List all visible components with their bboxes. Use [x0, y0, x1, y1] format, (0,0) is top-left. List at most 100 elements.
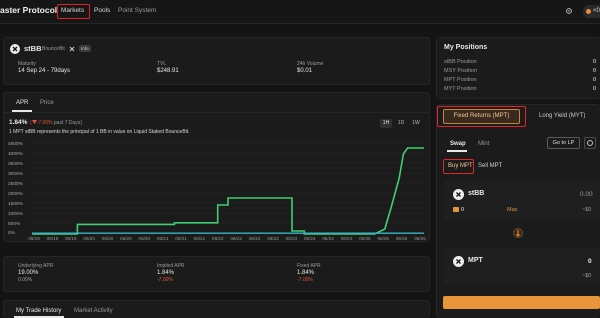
implied-apr-label: Implied APR: [157, 263, 185, 269]
underlying-apr-value: 19.00%: [18, 270, 39, 276]
position-label: MPT Position: [444, 77, 477, 83]
fixed-apr-change: -7.00%: [297, 277, 313, 283]
x-tick-label: 06/19: [65, 236, 77, 241]
history-panel: [3, 300, 430, 318]
underlying-apr-label: Underlying APR: [18, 263, 54, 269]
position-label: stBB Position: [444, 59, 477, 65]
x-tick-label: 06/22: [248, 236, 261, 241]
input-token-name[interactable]: stBB: [468, 190, 484, 197]
tab-trade-underline: [14, 316, 64, 318]
chart-tabs-divider: [3, 112, 430, 113]
input-token-box[interactable]: [444, 181, 600, 221]
sell-mpt-tab[interactable]: Sell MPT: [478, 163, 502, 169]
x-tick-label: 06/25: [359, 236, 371, 241]
position-value: 0: [593, 86, 597, 92]
maturity-value: 14 Sep 24 - 79days: [18, 68, 71, 74]
x-tick-label: 06/25: [395, 236, 408, 241]
go-to-lp-button[interactable]: Go to LP: [547, 137, 580, 149]
nav-point-system[interactable]: Point System: [118, 7, 156, 14]
nav-pools[interactable]: Pools: [94, 7, 110, 14]
tab-apr[interactable]: APR: [16, 100, 28, 106]
tab-my-trade-history[interactable]: My Trade History: [16, 308, 61, 314]
fixed-apr-value: 1.84%: [297, 270, 315, 276]
output-amount: 0: [588, 258, 592, 265]
tab-market-activity[interactable]: Market Activity: [74, 308, 113, 314]
y-tick-label: 4500%: [8, 142, 23, 147]
x-tick-label: 06/24: [303, 236, 316, 241]
apr-stats-panel: [3, 256, 430, 292]
output-token-name: MPT: [468, 257, 483, 264]
tvl-label: TVL: [157, 61, 167, 67]
swap-arrows-icon: [516, 230, 520, 237]
y-tick-label: 500%: [8, 222, 21, 227]
primary-action-button[interactable]: [443, 296, 600, 309]
market-token-name: stBB: [24, 44, 42, 53]
range-1w[interactable]: 1W: [410, 119, 422, 128]
gear-icon: [587, 140, 593, 146]
position-label: MYT Position: [444, 86, 477, 92]
implied-apr-change: -7.00%: [157, 277, 173, 283]
y-tick-label: 3000%: [8, 172, 23, 177]
volume-label: 24h Volume: [297, 61, 324, 67]
wallet-icon: [453, 207, 459, 212]
settings-icon[interactable]: [565, 7, 573, 15]
x-tick-label: 06/21: [193, 236, 206, 241]
tab-price[interactable]: Price: [40, 100, 54, 106]
y-tick-label: 2000%: [8, 192, 23, 197]
y-tick-label: 3500%: [8, 162, 23, 167]
apr-line-chart[interactable]: [30, 140, 426, 236]
x-tick-label: 06/22: [212, 236, 224, 241]
wallet-button[interactable]: <0: [583, 5, 600, 18]
x-tick-label: 06/20: [138, 236, 151, 241]
chart-description: 1 MPT stBB represents the principal of 1…: [9, 129, 190, 135]
highlight-box-fixed-returns: [437, 106, 526, 127]
x-tick-label: 06/20: [120, 236, 132, 241]
position-value: 0: [593, 59, 597, 65]
swap-direction-button[interactable]: [513, 228, 523, 238]
tab-mint[interactable]: Mint: [478, 141, 489, 147]
y-tick-label: 4000%: [8, 152, 23, 157]
market-info-panel: [3, 37, 430, 85]
wallet-balance: <0: [593, 8, 600, 14]
x-tick-label: 06/24: [322, 236, 334, 241]
mpt-token-icon: [453, 256, 464, 267]
tab-swap[interactable]: Swap: [450, 141, 466, 147]
twitter-x-icon[interactable]: [69, 46, 75, 52]
volume-value: $0.01: [297, 68, 313, 74]
x-tick-label: 06/22: [230, 236, 242, 241]
fixed-apr-label: Fixed APR: [297, 263, 321, 269]
market-source: BounceBit: [42, 46, 65, 52]
y-tick-label: 1000%: [8, 212, 23, 217]
output-usd: ~$0: [582, 273, 592, 279]
trade-settings-button[interactable]: [584, 137, 596, 149]
max-button[interactable]: Max: [507, 207, 517, 213]
info-badge[interactable]: Info: [79, 45, 91, 52]
output-token-box[interactable]: [444, 248, 600, 284]
input-balance: 0: [461, 207, 465, 213]
x-tick-label: 06/23: [267, 236, 279, 241]
range-1h[interactable]: 1H: [380, 119, 392, 128]
x-tick-label: 06/19: [46, 236, 59, 241]
x-tick-label: 06/20: [83, 236, 95, 241]
stbb-logo-icon: [10, 44, 20, 54]
range-1d[interactable]: 1D: [395, 119, 407, 128]
implied-apr-value: 1.84%: [157, 270, 175, 276]
positions-title: My Positions: [444, 44, 488, 51]
position-value: 0: [593, 77, 597, 83]
top-navbar: [0, 0, 600, 24]
x-tick-label: 06/21: [156, 236, 169, 241]
apr-series-line: [32, 147, 424, 235]
brand-name[interactable]: aster Protocol: [0, 5, 57, 15]
stbb-token-icon: [453, 189, 464, 200]
tab-swap-underline: [447, 150, 467, 152]
position-value: 0: [593, 68, 597, 74]
long-yield-tab[interactable]: Long Yield (MYT): [539, 113, 585, 119]
highlight-box-markets: [57, 4, 90, 19]
x-tick-label: 06/24: [340, 236, 353, 241]
input-amount[interactable]: 0.00: [580, 191, 593, 198]
highlight-box-buy-mpt: [443, 159, 474, 174]
y-tick-label: 1500%: [8, 202, 23, 207]
apr-current: 1.84%: [9, 119, 28, 126]
apr-change: (-7.00% past 7 Days): [30, 120, 82, 126]
input-usd: ~$0: [582, 207, 592, 213]
